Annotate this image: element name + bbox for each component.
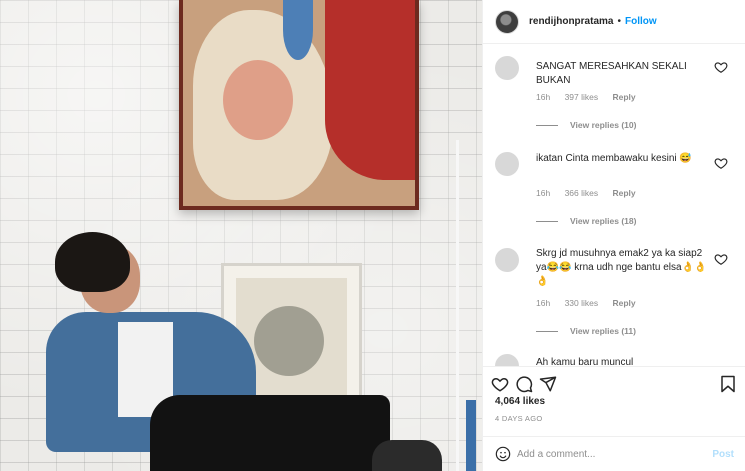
- comments-list[interactable]: SANGAT MERESAHKAN SEKALI BUKAN 16h 397 l…: [483, 44, 745, 366]
- comment-likes[interactable]: 330 likes: [565, 298, 599, 308]
- comment-avatar[interactable]: [495, 248, 519, 272]
- view-replies-label: View replies (18): [570, 216, 637, 226]
- comment-icon[interactable]: [515, 375, 533, 393]
- comment-avatar[interactable]: [495, 354, 519, 366]
- wall-painting: [179, 0, 419, 210]
- comment-time: 16h: [536, 298, 551, 308]
- heart-icon[interactable]: [714, 60, 728, 74]
- comment-text: ikatan Cinta membawaku kesini 😅: [536, 153, 692, 164]
- separator-dot: •: [617, 16, 621, 27]
- post-button[interactable]: Post: [712, 449, 734, 460]
- reply-button[interactable]: Reply: [613, 298, 636, 308]
- replies-line: [536, 330, 558, 332]
- view-replies-button[interactable]: View replies (10): [536, 120, 636, 130]
- comment-avatar[interactable]: [495, 152, 519, 176]
- reply-button[interactable]: Reply: [613, 92, 636, 102]
- comment-likes[interactable]: 397 likes: [565, 92, 599, 102]
- bookmark-icon[interactable]: [720, 375, 736, 393]
- comment-text: SANGAT MERESAHKAN SEKALI BUKAN: [536, 61, 687, 86]
- comment-meta: 16h 330 likes Reply: [536, 298, 648, 308]
- comment-meta: 16h 366 likes Reply: [536, 188, 648, 198]
- reply-button[interactable]: Reply: [613, 188, 636, 198]
- comment-text: Skrg jd musuhnya emak2 ya ka siap2 ya😂😂 …: [536, 248, 707, 287]
- comment-avatar[interactable]: [495, 56, 519, 80]
- comment-meta: 16h 397 likes Reply: [536, 92, 648, 102]
- post-image[interactable]: [0, 0, 482, 471]
- avatar[interactable]: [495, 9, 519, 34]
- action-icons: [491, 375, 557, 393]
- add-comment-bar: Post: [483, 436, 745, 471]
- heart-icon[interactable]: [714, 252, 728, 266]
- post-header: rendijhonpratama • Follow: [483, 0, 745, 44]
- comment-likes[interactable]: 366 likes: [565, 188, 599, 198]
- follow-button[interactable]: Follow: [625, 16, 657, 27]
- replies-line: [536, 220, 558, 222]
- view-replies-button[interactable]: View replies (11): [536, 326, 636, 336]
- post-date[interactable]: 4 DAYS AGO: [495, 414, 542, 423]
- post-actions: 4,064 likes 4 DAYS AGO: [483, 366, 745, 436]
- shelf-book: [466, 400, 476, 471]
- username[interactable]: rendijhonpratama: [529, 16, 613, 27]
- like-icon[interactable]: [491, 375, 509, 393]
- comment-text: Ah kamu baru muncul: [536, 357, 634, 366]
- like-count[interactable]: 4,064 likes: [495, 396, 545, 407]
- comment-time: 16h: [536, 92, 551, 102]
- heart-icon[interactable]: [714, 156, 728, 170]
- emoji-icon[interactable]: [495, 446, 511, 462]
- post-sidebar: rendijhonpratama • Follow SANGAT MERESAH…: [482, 0, 745, 471]
- view-replies-label: View replies (11): [570, 326, 636, 336]
- comment-time: 16h: [536, 188, 551, 198]
- share-icon[interactable]: [539, 375, 557, 393]
- view-replies-button[interactable]: View replies (18): [536, 216, 636, 226]
- view-replies-label: View replies (10): [570, 120, 637, 130]
- person-legs: [150, 395, 390, 471]
- comment-input[interactable]: [517, 448, 713, 460]
- person-hair: [55, 232, 130, 292]
- replies-line: [536, 124, 558, 126]
- shoe: [372, 440, 442, 471]
